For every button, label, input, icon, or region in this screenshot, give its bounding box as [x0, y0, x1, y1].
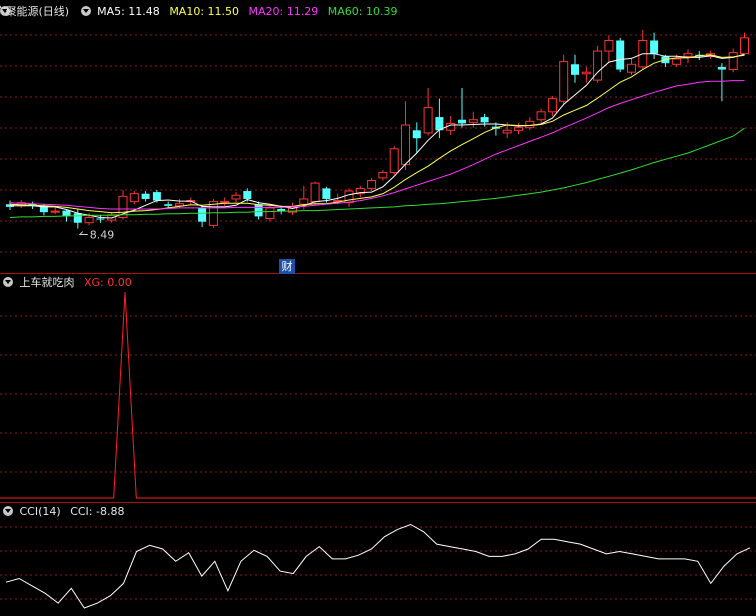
candle-body	[480, 117, 489, 123]
candle-body	[423, 107, 433, 134]
signal-title: 上车就吃肉	[19, 276, 75, 289]
ma5-label: MA5: 11.48	[97, 5, 160, 18]
xg-signal-line	[0, 291, 756, 499]
candle-body	[231, 194, 241, 200]
candle-body	[616, 40, 625, 70]
candle-body	[547, 98, 557, 113]
signal-legend: 上车就吃肉 XG: 0.00	[0, 275, 138, 291]
candle-body	[198, 207, 207, 222]
candle-body	[299, 198, 309, 205]
candle-body	[84, 216, 94, 224]
candle-body	[378, 172, 388, 179]
finance-badge[interactable]: 财	[279, 259, 295, 274]
candle-body	[96, 218, 105, 220]
low-price-label: 8.49	[90, 229, 115, 242]
cci-value: CCI: -8.88	[70, 505, 125, 518]
candle-body	[604, 39, 614, 52]
candle-body	[243, 191, 252, 199]
candle-body	[50, 210, 60, 213]
candle-body	[717, 66, 726, 70]
candle-body	[502, 129, 512, 134]
candle-body	[412, 130, 421, 139]
main-legend: 广聚能源(日线) MA5: 11.48 MA10: 11.50 MA20: 11…	[0, 4, 403, 20]
candle-body	[164, 204, 173, 206]
candle-body	[322, 188, 331, 199]
cci-legend: CCI(14) CCI: -8.88	[0, 504, 130, 520]
candle-body	[265, 207, 275, 220]
candle-body	[683, 53, 693, 57]
cci-title: CCI(14)	[19, 505, 61, 518]
candle-body	[627, 63, 636, 73]
candle-body	[367, 179, 377, 189]
candle-body	[468, 119, 478, 123]
candle-body	[536, 111, 546, 121]
candle-body	[514, 127, 523, 131]
indicator-toggle-icon[interactable]	[3, 277, 13, 287]
candle-body	[525, 120, 535, 129]
candle-body	[73, 213, 82, 223]
indicator-toggle-icon[interactable]	[3, 506, 13, 516]
candle-body	[446, 122, 456, 131]
panel-divider	[0, 502, 756, 503]
cci-line	[5, 523, 751, 609]
ma-line-ma5	[10, 53, 745, 219]
chart-canvas: 8.49	[0, 29, 756, 609]
candle-body	[581, 71, 591, 75]
candle-body	[208, 201, 218, 226]
candle-body	[141, 193, 150, 199]
candle-body	[401, 124, 410, 166]
candle-body	[129, 193, 139, 203]
low-arrow-icon	[78, 231, 88, 236]
candle-body	[389, 148, 399, 174]
xg-value: XG: 0.00	[84, 276, 132, 289]
ma-toggle-icon[interactable]	[80, 6, 91, 16]
ma10-label: MA10: 11.50	[169, 5, 240, 18]
candle-body	[650, 40, 659, 54]
candle-body	[728, 52, 738, 71]
ma60-label: MA60: 10.39	[327, 5, 398, 18]
candle-body	[458, 119, 466, 124]
candle-body	[559, 61, 569, 102]
stock-title: 广聚能源(日线)	[0, 5, 70, 18]
panel-divider	[0, 273, 756, 274]
candle-body	[571, 64, 579, 75]
stock-chart: 8.49	[0, 0, 756, 612]
candle-body	[152, 192, 161, 201]
candle-body	[220, 201, 230, 204]
candle-body	[672, 58, 682, 65]
ma20-label: MA20: 11.29	[248, 5, 319, 18]
candle-body	[310, 182, 320, 203]
candle-body	[254, 204, 263, 217]
candle-body	[740, 37, 749, 55]
